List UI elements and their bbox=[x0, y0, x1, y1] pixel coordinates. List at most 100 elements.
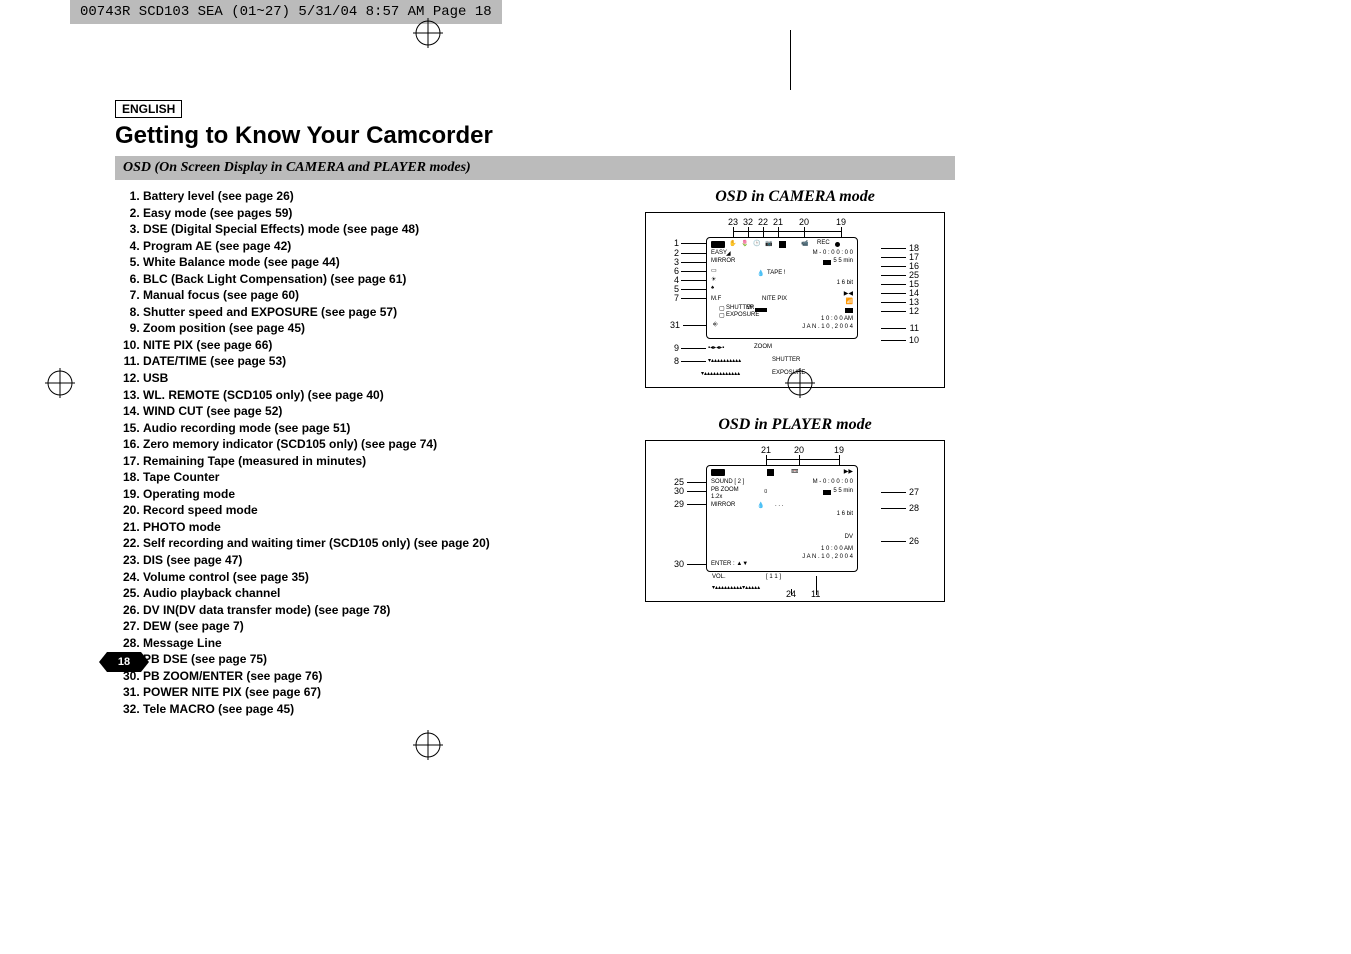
list-item: Manual focus (see page 60) bbox=[143, 287, 635, 304]
leader-line bbox=[881, 248, 906, 249]
sound-label: SOUND [ 2 ] bbox=[711, 479, 744, 485]
list-item: WIND CUT (see page 52) bbox=[143, 403, 635, 420]
list-item: Tape Counter bbox=[143, 469, 635, 486]
wb-icon: ♠ bbox=[711, 285, 714, 291]
figure-player-osd: 21 20 19 25 30 29 30 27 28 26 bbox=[645, 440, 945, 602]
list-item: WL. REMOTE (SCD105 only) (see page 40) bbox=[143, 387, 635, 404]
osd-screen-player: 📼 ▶▶ SOUND [ 2 ] PB ZOOM 1.2x MIRROR 0️ … bbox=[706, 465, 858, 572]
sp-icon bbox=[779, 241, 786, 248]
enter-label: ENTER : ▲▼ bbox=[711, 561, 748, 567]
bar-icon bbox=[845, 308, 853, 313]
list-item: DATE/TIME (see page 53) bbox=[143, 353, 635, 370]
callout-num: 20 bbox=[799, 217, 809, 227]
page-content: ENGLISH Getting to Know Your Camcorder O… bbox=[115, 100, 955, 718]
leader-line bbox=[881, 275, 906, 276]
callout-num: 9 bbox=[674, 343, 679, 353]
vol-label: VOL. bbox=[712, 574, 726, 580]
tape-bar-icon bbox=[823, 260, 831, 265]
rec-dot-icon bbox=[835, 242, 840, 247]
battery-icon bbox=[711, 241, 725, 248]
time-label: 1 0 : 0 0 AM bbox=[821, 546, 853, 552]
leader-line bbox=[687, 482, 707, 483]
callout-num: 1 bbox=[674, 238, 679, 248]
list-item: PB ZOOM/ENTER (see page 76) bbox=[143, 668, 635, 685]
photo-icon: 📷 bbox=[765, 240, 772, 247]
pbzoom-label: PB ZOOM bbox=[711, 487, 739, 493]
callout-num: 20 bbox=[794, 445, 804, 455]
dew-icon: 💧 bbox=[757, 502, 764, 509]
leader-line bbox=[881, 257, 906, 258]
list-item: DEW (see page 7) bbox=[143, 618, 635, 635]
list-item: Message Line bbox=[143, 635, 635, 652]
callout-num: 27 bbox=[909, 487, 919, 497]
section-heading: OSD (On Screen Display in CAMERA and PLA… bbox=[115, 156, 955, 180]
shutter-row: ▾▴▴▴▴▴▴▴▴▴▴ bbox=[708, 357, 741, 364]
callout-num: 28 bbox=[909, 503, 919, 513]
mirror-label: MIRROR bbox=[711, 258, 735, 264]
leader-line bbox=[763, 227, 764, 237]
easy-q-icon: ◢ bbox=[726, 250, 731, 257]
leader-line bbox=[881, 284, 906, 285]
audio-mode-label: 1 6 bit bbox=[837, 280, 853, 286]
list-item: Remaining Tape (measured in minutes) bbox=[143, 453, 635, 470]
list-item: PB DSE (see page 75) bbox=[143, 651, 635, 668]
list-item: White Balance mode (see page 44) bbox=[143, 254, 635, 271]
language-label: ENGLISH bbox=[115, 100, 182, 118]
callout-num: 31 bbox=[670, 320, 680, 330]
callout-num: 22 bbox=[758, 217, 768, 227]
callout-num: 19 bbox=[836, 217, 846, 227]
leader-line bbox=[681, 271, 706, 272]
leader-line bbox=[778, 227, 779, 237]
osd-list: Battery level (see page 26) Easy mode (s… bbox=[115, 188, 635, 718]
counter-label: M - 0 : 0 0 : 0 0 bbox=[813, 479, 853, 485]
list-item: POWER NITE PIX (see page 67) bbox=[143, 684, 635, 701]
leader-line bbox=[766, 455, 767, 465]
callout-num: 21 bbox=[773, 217, 783, 227]
list-item: DSE (Digital Special Effects) mode (see … bbox=[143, 221, 635, 238]
callout-num: 32 bbox=[743, 217, 753, 227]
pbzoom-scale: 1.2x bbox=[711, 494, 722, 500]
mirror-label: MIRROR bbox=[711, 502, 735, 508]
battery-icon bbox=[711, 469, 725, 476]
callout-num: 21 bbox=[761, 445, 771, 455]
list-item: Record speed mode bbox=[143, 502, 635, 519]
callout-num: 11 bbox=[910, 323, 919, 333]
dvin-icon: DV bbox=[845, 534, 853, 540]
zoom-row: ▪◂▸◂▸▪ bbox=[708, 344, 724, 351]
leader-line bbox=[881, 541, 906, 542]
time-label: 1 0 : 0 0 AM bbox=[821, 316, 853, 322]
leader-line bbox=[839, 455, 840, 465]
leader-line bbox=[766, 459, 839, 460]
date-label: J A N . 1 0 , 2 0 0 4 bbox=[802, 324, 853, 330]
leader-line bbox=[687, 504, 707, 505]
exposure-row: ▾▴▴▴▴▴▴▴▴▴▴▴▴ bbox=[701, 370, 740, 377]
leader-line bbox=[681, 243, 706, 244]
leader-line bbox=[799, 455, 800, 465]
leader-line bbox=[804, 227, 805, 237]
message-line: . . . bbox=[775, 502, 783, 508]
leader-line bbox=[687, 491, 707, 492]
mf-label: M.F bbox=[711, 296, 721, 302]
list-item: DV IN(DV data transfer mode) (see page 7… bbox=[143, 602, 635, 619]
timer-icon: 🕒 bbox=[753, 240, 760, 247]
remain-label: 5 5 min bbox=[833, 488, 853, 494]
callout-num: 10 bbox=[909, 335, 919, 345]
macro-icon: 🌷 bbox=[741, 240, 748, 247]
remote-icon: 📶 bbox=[846, 298, 853, 305]
tape-label: TAPE ! bbox=[767, 270, 786, 276]
callout-num: 29 bbox=[674, 499, 684, 509]
list-item: Self recording and waiting timer (SCD105… bbox=[143, 535, 635, 552]
list-item: Shutter speed and EXPOSURE (see page 57) bbox=[143, 304, 635, 321]
date-label: J A N . 1 0 , 2 0 0 4 bbox=[802, 554, 853, 560]
ae-icon: ☀ bbox=[711, 276, 716, 283]
zoom-w-icon: W bbox=[747, 305, 753, 311]
leader-line bbox=[881, 492, 906, 493]
zoom-bar-icon bbox=[755, 308, 767, 312]
dew-icon: 💧 bbox=[757, 270, 764, 277]
leader-line bbox=[881, 302, 906, 303]
callout-num: 8 bbox=[674, 356, 679, 366]
sp-icon bbox=[767, 469, 774, 476]
callout-num: 23 bbox=[728, 217, 738, 227]
leader-line bbox=[681, 289, 706, 290]
shutter-text: SHUTTER bbox=[772, 357, 800, 363]
